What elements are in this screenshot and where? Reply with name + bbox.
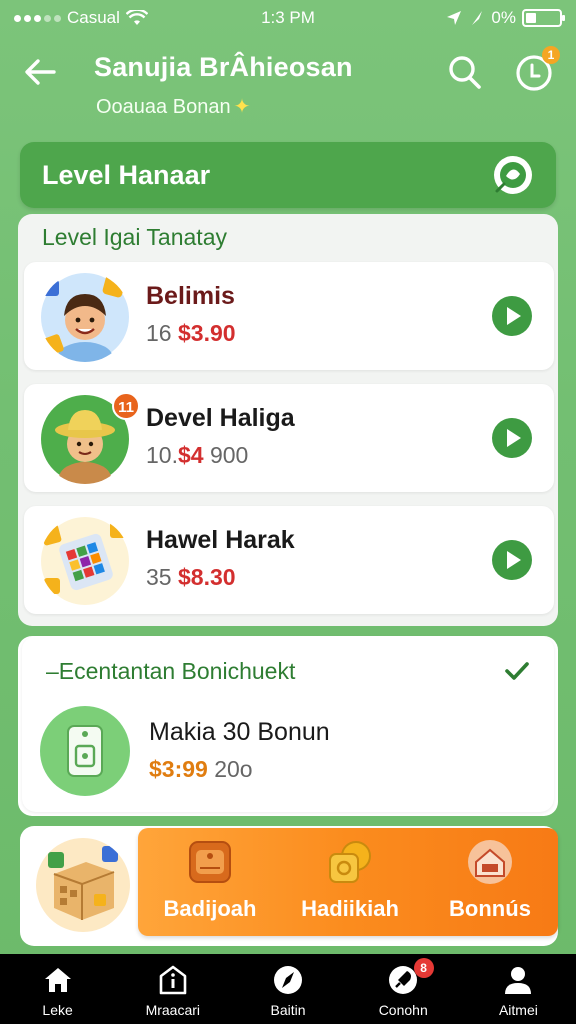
user-icon [505, 967, 532, 994]
nav-item-compass[interactable]: Baitin [230, 954, 345, 1024]
list-item[interactable]: 11 Devel Haliga 10.$4 900 [24, 384, 554, 492]
sparkle-icon: ✦ [233, 96, 251, 118]
promo-bar: Badijoah Hadiikiah Bonnús [138, 828, 558, 936]
bonus-name: Makia 30 Bonun [149, 718, 330, 746]
coin-icon [329, 841, 371, 883]
bottom-nav: Leke Mraacari Baitin 8 Conohn Aitmei [0, 954, 576, 1024]
level-banner[interactable]: Level Hanaar [20, 142, 556, 208]
item-name: Devel Haliga [146, 404, 295, 432]
nav-badge: 8 [413, 958, 434, 978]
nav-label: Conohn [378, 1002, 428, 1018]
signal-icon [14, 14, 61, 22]
promo-item-badge[interactable]: Badijoah [140, 828, 280, 936]
level-banner-title: Level Hanaar [42, 159, 211, 190]
search-icon [449, 56, 481, 89]
carrier-label: Casual [67, 8, 120, 27]
item-price-prefix: 10. [146, 442, 178, 468]
search-button[interactable] [444, 52, 484, 92]
status-bar: Casual 1:3 PM 0% [0, 0, 576, 36]
subtitle-text: Ooauaa Bonan [96, 96, 231, 118]
wifi-icon [125, 10, 148, 25]
arrow-left-icon [25, 59, 56, 85]
item-price: 35 $8.30 [146, 564, 236, 591]
play-button[interactable] [492, 418, 532, 458]
avatar [40, 517, 129, 605]
section-title: Level Igai Tanatay [42, 224, 227, 250]
promo-label: Hadiikiah [301, 896, 399, 921]
location-icon [447, 11, 462, 25]
home-icon [44, 968, 71, 992]
item-name: Belimis [146, 282, 235, 310]
item-price-suffix: 900 [209, 442, 249, 468]
nav-item-rocket[interactable]: 8 Conohn [346, 954, 461, 1024]
nav-arrow-icon [472, 11, 483, 25]
battery-icon [522, 9, 565, 27]
compass-icon [274, 966, 302, 994]
nav-label: Aitmei [498, 1002, 538, 1018]
item-price: 16 $3.90 [146, 320, 236, 347]
bonus-price-suffix: 20o [214, 756, 253, 782]
bonus-tag-icon [40, 706, 130, 796]
play-button[interactable] [492, 540, 532, 580]
badge-icon [189, 841, 231, 883]
nav-label: Baitin [270, 1002, 306, 1018]
item-price: 10.$4 900 [146, 442, 248, 469]
battery-percent: 0% [491, 8, 516, 27]
section-title: –Ecentantan Bonichuekt [46, 658, 296, 684]
info-icon [159, 965, 187, 995]
item-price-value: $8.30 [177, 564, 236, 590]
level-badge: 11 [112, 392, 140, 420]
item-price-value: $4 [177, 442, 204, 468]
history-button[interactable]: 1 [514, 46, 560, 92]
promo-label: Badijoah [163, 896, 257, 921]
item-price-prefix: 16 [146, 320, 172, 346]
nav-item-home[interactable]: Leke [0, 954, 115, 1024]
nav-item-profile[interactable]: Aitmei [461, 954, 576, 1024]
notification-badge: 1 [542, 46, 560, 64]
bonus-section: –Ecentantan Bonichuekt Makia 30 Bonun $3… [18, 636, 558, 816]
item-price-prefix: 35 [146, 564, 172, 590]
promo-label: Bonnús [449, 896, 531, 921]
page-subtitle: Ooauaa Bonan ✦ [96, 94, 250, 119]
bonus-card[interactable]: –Ecentantan Bonichuekt Makia 30 Bonun $3… [22, 636, 554, 812]
avatar [41, 273, 129, 362]
level-list-section: Level Igai Tanatay Belimis 16 $3.90 11 D… [18, 214, 558, 626]
nav-item-info[interactable]: Mraacari [115, 954, 230, 1024]
nav-label: Leke [42, 1002, 73, 1018]
status-left: Casual [14, 8, 214, 28]
leaf-badge-icon [494, 156, 532, 194]
house-icon [468, 840, 512, 884]
list-item[interactable]: Belimis 16 $3.90 [24, 262, 554, 370]
item-name: Hawel Harak [146, 526, 295, 554]
play-button[interactable] [492, 296, 532, 336]
nav-label: Mraacari [145, 1002, 201, 1018]
header: Sanujia BrÂhieosan Ooauaa Bonan ✦ 1 [0, 40, 576, 130]
promo-item-coin[interactable]: Hadiikiah [280, 828, 420, 936]
list-item[interactable]: Hawel Harak 35 $8.30 [24, 506, 554, 614]
status-right: 0% [445, 8, 565, 28]
back-button[interactable] [20, 52, 60, 92]
promo-item-bonus[interactable]: Bonnús [420, 828, 560, 936]
bonus-price: $3:99 20o [149, 756, 253, 783]
page-title: Sanujia BrÂhieosan [94, 52, 353, 82]
item-price-value: $3.90 [177, 320, 236, 346]
box-icon [36, 838, 130, 932]
check-icon[interactable] [504, 658, 530, 684]
promo-card: Badijoah Hadiikiah Bonnús [20, 826, 558, 946]
bonus-price-value: $3:99 [149, 756, 208, 782]
